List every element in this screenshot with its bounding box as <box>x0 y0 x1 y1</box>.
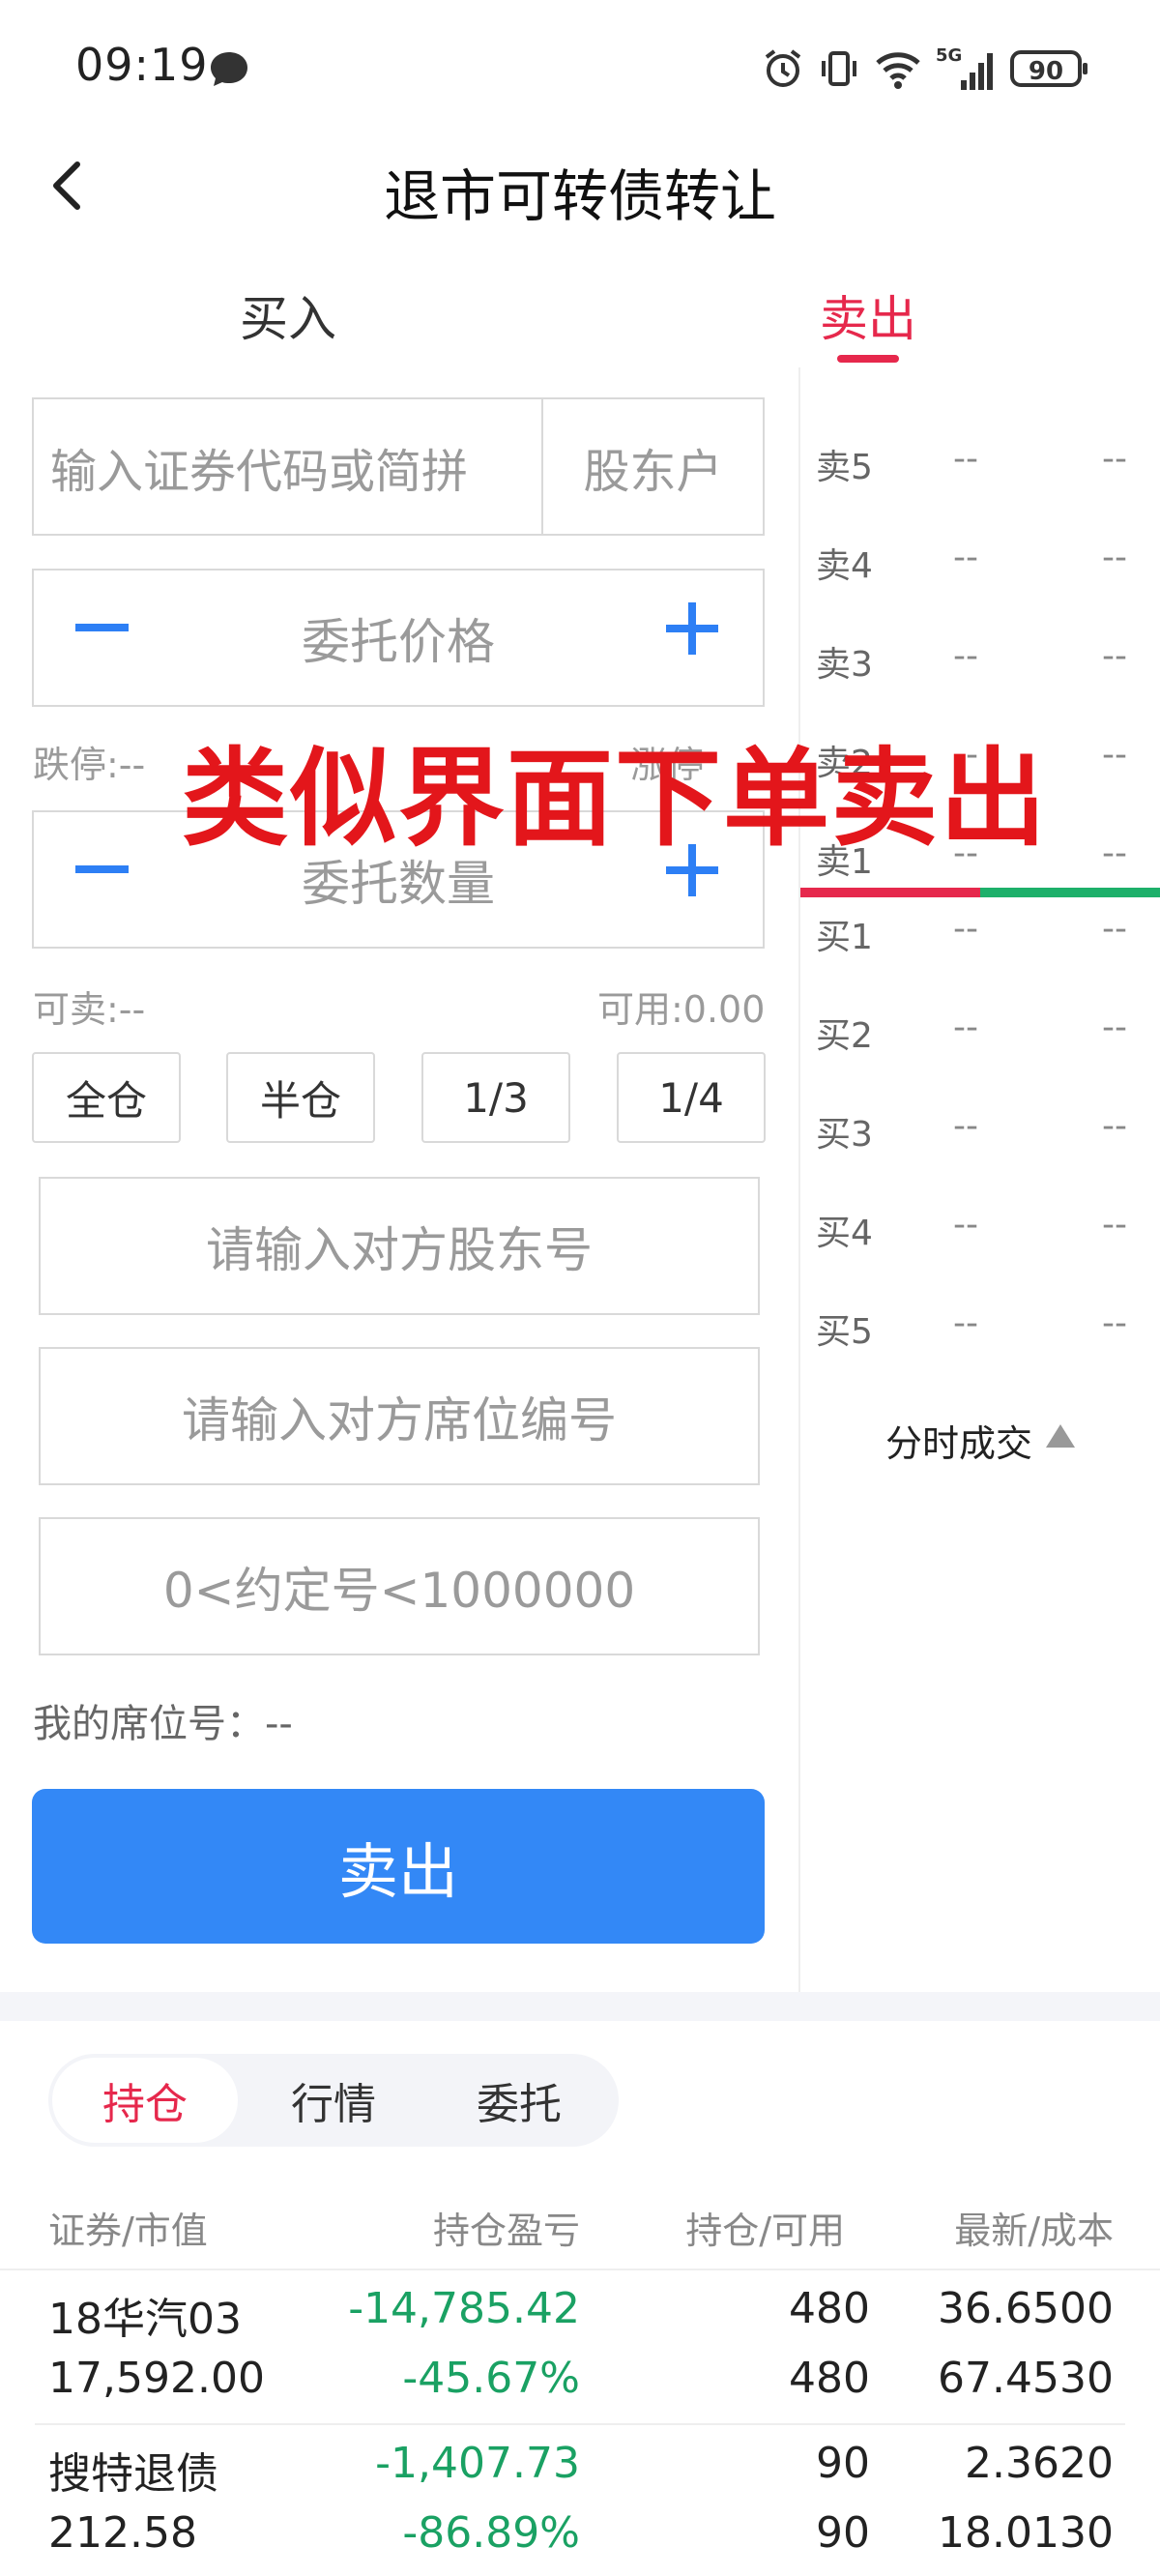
tab-holdings[interactable]: 持仓 <box>52 2058 238 2143</box>
order-book-row-sell4: 卖4 -- -- <box>816 538 1127 586</box>
order-book-row-buy1: 买1 -- -- <box>816 909 1127 957</box>
page-title: 退市可转债转让 <box>383 163 776 229</box>
tab-buy[interactable]: 买入 <box>240 280 336 350</box>
tick-trade-toggle[interactable]: 分时成交 <box>885 1414 1032 1467</box>
ratio-full-button[interactable]: 全仓 <box>32 1052 181 1143</box>
triangle-up-icon[interactable] <box>1044 1421 1077 1450</box>
price-stepper: 委托价格 <box>32 569 765 707</box>
pnl-percent: -45.67% <box>402 2354 580 2403</box>
counterparty-seat-input[interactable]: 请输入对方席位编号 <box>39 1347 760 1485</box>
cost-price: 18.0130 <box>938 2508 1114 2558</box>
overlay-annotation: 类似界面下单卖出 <box>182 737 1048 861</box>
table-row[interactable]: 搜特退债 212.58 -1,407.73 -86.89% 90 90 2.36… <box>0 2425 1160 2576</box>
available-funds: 可用:0.00 <box>597 988 766 1031</box>
limit-down-price: 跌停:-- <box>33 744 146 786</box>
cost-price: 67.4530 <box>938 2354 1114 2403</box>
position-qty: 480 <box>789 2284 870 2333</box>
ratio-quarter-button[interactable]: 1/4 <box>617 1052 766 1143</box>
battery-icon: 90 <box>1010 50 1088 87</box>
status-icons: 5G 90 <box>762 41 1090 97</box>
market-value: 17,592.00 <box>48 2354 265 2403</box>
vibrate-icon <box>822 51 856 86</box>
section-separator <box>0 1992 1160 2021</box>
status-time: 09:19 <box>75 39 209 91</box>
position-qty: 90 <box>816 2439 870 2488</box>
svg-text:90: 90 <box>1029 57 1063 86</box>
my-seat-number: 我的席位号：-- <box>33 1702 293 1746</box>
tab-orders[interactable]: 委托 <box>437 2058 601 2143</box>
price-increase-button[interactable] <box>637 571 763 705</box>
signal-5g-icon: 5G <box>936 45 993 90</box>
column-header-pnl[interactable]: 持仓盈亏 <box>433 2201 580 2254</box>
svg-text:5G: 5G <box>936 45 962 66</box>
sell-submit-button[interactable]: 卖出 <box>32 1789 765 1944</box>
last-price: 36.6500 <box>938 2284 1114 2333</box>
sell-volume-bar <box>800 888 980 897</box>
order-book-row-buy4: 买4 -- -- <box>816 1205 1127 1253</box>
ratio-third-button[interactable]: 1/3 <box>421 1052 570 1143</box>
order-book-row-buy5: 买5 -- -- <box>816 1303 1127 1352</box>
available-qty: 90 <box>816 2508 870 2558</box>
market-value: 212.58 <box>48 2508 197 2558</box>
order-book-row-buy3: 买3 -- -- <box>816 1106 1127 1155</box>
sellable-amount: 可卖:-- <box>33 988 146 1031</box>
pnl-value: -14,785.42 <box>348 2284 580 2333</box>
table-row[interactable]: 18华汽03 17,592.00 -14,785.42 -45.67% 480 … <box>0 2270 1160 2423</box>
active-tab-indicator <box>837 355 899 363</box>
tab-sell[interactable]: 卖出 <box>820 280 916 350</box>
column-header-price[interactable]: 最新/成本 <box>954 2201 1114 2254</box>
security-name: 搜特退债 <box>48 2449 218 2499</box>
pnl-percent: -86.89% <box>402 2508 580 2558</box>
column-header-security[interactable]: 证券/市值 <box>48 2201 208 2254</box>
shareholder-account-select[interactable]: 股东户 <box>543 399 763 534</box>
pnl-value: -1,407.73 <box>375 2439 580 2488</box>
order-book-row-buy2: 买2 -- -- <box>816 1008 1127 1056</box>
column-header-position[interactable]: 持仓/可用 <box>685 2201 845 2254</box>
last-price: 2.3620 <box>965 2439 1114 2488</box>
counterparty-holder-input[interactable]: 请输入对方股东号 <box>39 1177 760 1315</box>
ratio-half-button[interactable]: 半仓 <box>226 1052 375 1143</box>
security-code-input[interactable]: 输入证券代码或简拼 <box>34 399 543 534</box>
wifi-icon <box>876 52 920 89</box>
tab-quotes[interactable]: 行情 <box>251 2058 416 2143</box>
chat-bubble-icon <box>211 52 247 86</box>
order-book-row-sell5: 卖5 -- -- <box>816 439 1127 487</box>
panel-divider <box>798 367 800 1992</box>
buy-volume-bar <box>980 888 1160 897</box>
security-name: 18华汽03 <box>48 2295 242 2344</box>
alarm-icon <box>765 49 801 87</box>
available-qty: 480 <box>789 2354 870 2403</box>
agreement-number-input[interactable]: 0<约定号<1000000 <box>39 1517 760 1655</box>
